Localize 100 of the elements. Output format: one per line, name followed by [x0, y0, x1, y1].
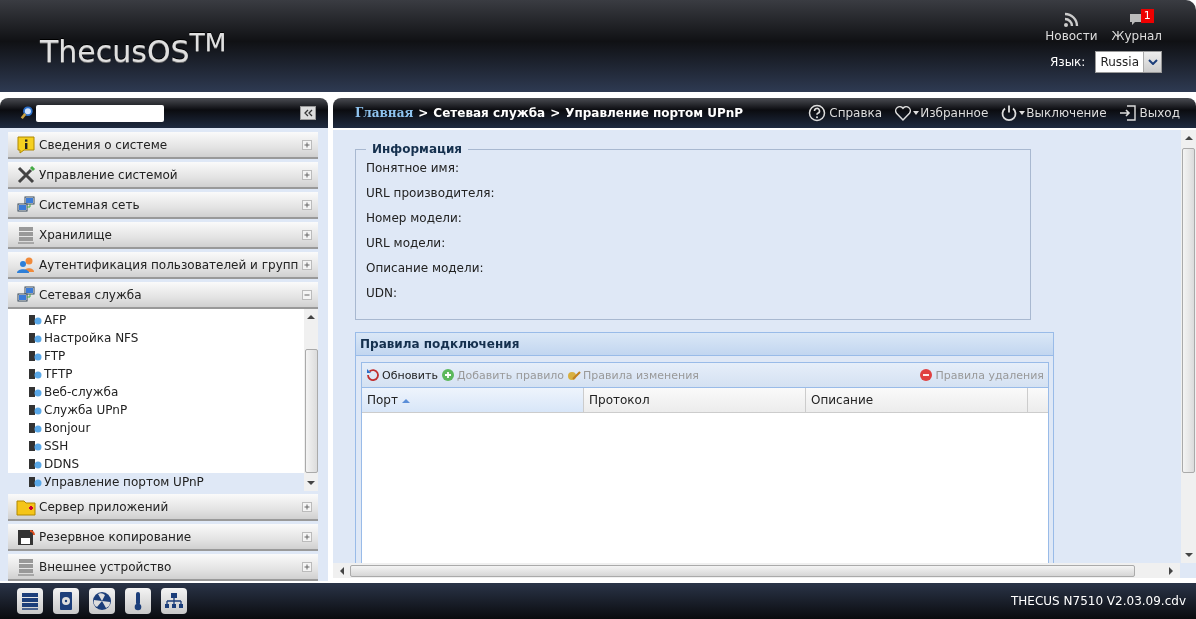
- plus-icon: [302, 139, 312, 150]
- logo: ThecusOS$^{TM}$: [39, 27, 227, 71]
- caret-icon: [1019, 111, 1026, 115]
- tree-item[interactable]: Bonjour: [8, 419, 304, 437]
- breadcrumb-item: Сетевая служба: [433, 106, 546, 120]
- horizontal-scrollbar[interactable]: [333, 563, 1180, 578]
- sidebar-section[interactable]: Сетевая служба: [8, 282, 318, 309]
- tools-icon: [16, 164, 36, 185]
- panel-title: Информация: [371, 142, 463, 156]
- column-header[interactable]: Описание: [806, 388, 1028, 412]
- power-icon: [1000, 104, 1019, 122]
- language-select[interactable]: Russia: [1095, 51, 1162, 73]
- log-link[interactable]: 1 Журнал: [1111, 12, 1162, 43]
- scroll-up-icon[interactable]: [307, 314, 315, 319]
- status-button[interactable]: [125, 588, 151, 614]
- field-label: URL производителя:: [366, 185, 496, 202]
- sidebar-section[interactable]: Системная сеть: [8, 192, 318, 219]
- header-action[interactable]: Выход: [1118, 104, 1180, 122]
- plus-icon: [302, 531, 312, 542]
- service-icon: [28, 385, 42, 399]
- version-text: THECUS N7510 V2.03.09.cdv: [1011, 594, 1186, 608]
- sidebar-section[interactable]: Управление системой: [8, 162, 318, 189]
- exit-door-icon: [1118, 104, 1137, 122]
- tree-item[interactable]: FTP: [8, 347, 304, 365]
- scrollbar[interactable]: [304, 309, 318, 491]
- search-field[interactable]: [36, 104, 164, 122]
- network-icon: [16, 194, 36, 215]
- plus-icon: [302, 501, 312, 512]
- status-button[interactable]: [17, 588, 43, 614]
- collapse-button[interactable]: [300, 106, 316, 120]
- service-icon: [28, 475, 42, 489]
- help-icon: [808, 104, 827, 122]
- field-label: Описание модели:: [366, 260, 485, 277]
- sidebar-section[interactable]: Сервер приложений: [8, 494, 318, 521]
- server-icon: [20, 591, 40, 611]
- status-button[interactable]: [53, 588, 79, 614]
- status-button[interactable]: [161, 588, 187, 614]
- panel-title: Правила подключения: [356, 333, 1053, 356]
- service-icon: [28, 457, 42, 471]
- caret-icon: [913, 111, 920, 115]
- service-icon: [28, 331, 42, 345]
- search-icon: [20, 106, 34, 120]
- field-label: Понятное имя:: [366, 160, 460, 177]
- sort-ascending-icon: [402, 397, 410, 403]
- scroll-left-icon[interactable]: [339, 566, 344, 575]
- plus-icon: [302, 199, 312, 210]
- service-icon: [28, 313, 42, 327]
- header-action[interactable]: Выключение: [1000, 104, 1107, 122]
- sidebar-section[interactable]: Резервное копирование: [8, 524, 318, 551]
- plus-icon: [302, 169, 312, 180]
- scrollbar[interactable]: [1181, 130, 1196, 563]
- field-label: Номер модели:: [366, 210, 463, 227]
- column-header[interactable]: Протокол: [584, 388, 806, 412]
- tree-item[interactable]: DDNS: [8, 455, 304, 473]
- server-icon: [16, 224, 36, 245]
- column-header[interactable]: Порт: [362, 388, 584, 412]
- service-icon: [28, 367, 42, 381]
- rss-icon: [1063, 12, 1080, 28]
- tree-item[interactable]: Управление портом UPnP: [8, 473, 304, 491]
- scroll-right-icon[interactable]: [1169, 566, 1174, 575]
- server-icon: [16, 556, 36, 577]
- info-icon: [16, 134, 36, 155]
- status-button[interactable]: [89, 588, 115, 614]
- fan-icon: [92, 591, 112, 611]
- tree-item[interactable]: AFP: [8, 311, 304, 329]
- tree-item[interactable]: Веб-служба: [8, 383, 304, 401]
- minus-icon: [919, 368, 934, 382]
- sidebar-section[interactable]: Сведения о системе: [8, 132, 318, 159]
- notification-badge: 1: [1140, 9, 1154, 23]
- breadcrumb-separator: >: [550, 106, 561, 120]
- breadcrumb-link[interactable]: Главная: [355, 106, 414, 120]
- header-action[interactable]: Избранное: [894, 104, 989, 122]
- plus-icon: [302, 229, 312, 240]
- toolbar-button[interactable]: Обновить: [366, 368, 438, 382]
- heart-icon: [894, 104, 913, 122]
- plus-icon: [302, 259, 312, 270]
- header-action[interactable]: Справка: [808, 104, 883, 122]
- sidebar-section[interactable]: Внешнее устройство: [8, 554, 318, 581]
- tree-item[interactable]: Настройка NFS: [8, 329, 304, 347]
- service-icon: [28, 403, 42, 417]
- news-link[interactable]: Новости: [1045, 12, 1098, 43]
- breadcrumb-item: Управление портом UPnP: [565, 106, 744, 120]
- sidebar-section[interactable]: Хранилище: [8, 222, 318, 249]
- tree-item[interactable]: TFTP: [8, 365, 304, 383]
- language-label: Язык:: [1049, 55, 1086, 69]
- tree-item[interactable]: Служба UPnP: [8, 401, 304, 419]
- network-icon: [16, 284, 36, 305]
- refresh-icon: [366, 368, 380, 382]
- scroll-down-icon[interactable]: [307, 481, 315, 486]
- tree-item[interactable]: SSH: [8, 437, 304, 455]
- service-icon: [28, 421, 42, 435]
- breadcrumb-separator: >: [418, 106, 429, 120]
- scroll-down-icon[interactable]: [1184, 553, 1193, 558]
- chevron-down-icon: [1147, 59, 1158, 65]
- service-icon: [28, 439, 42, 453]
- scroll-up-icon[interactable]: [1184, 135, 1193, 140]
- network-icon: [164, 591, 184, 611]
- sidebar-section[interactable]: Аутентификация пользователей и групп: [8, 252, 318, 279]
- plus-icon: [440, 368, 455, 382]
- double-chevron-left-icon: [303, 109, 313, 117]
